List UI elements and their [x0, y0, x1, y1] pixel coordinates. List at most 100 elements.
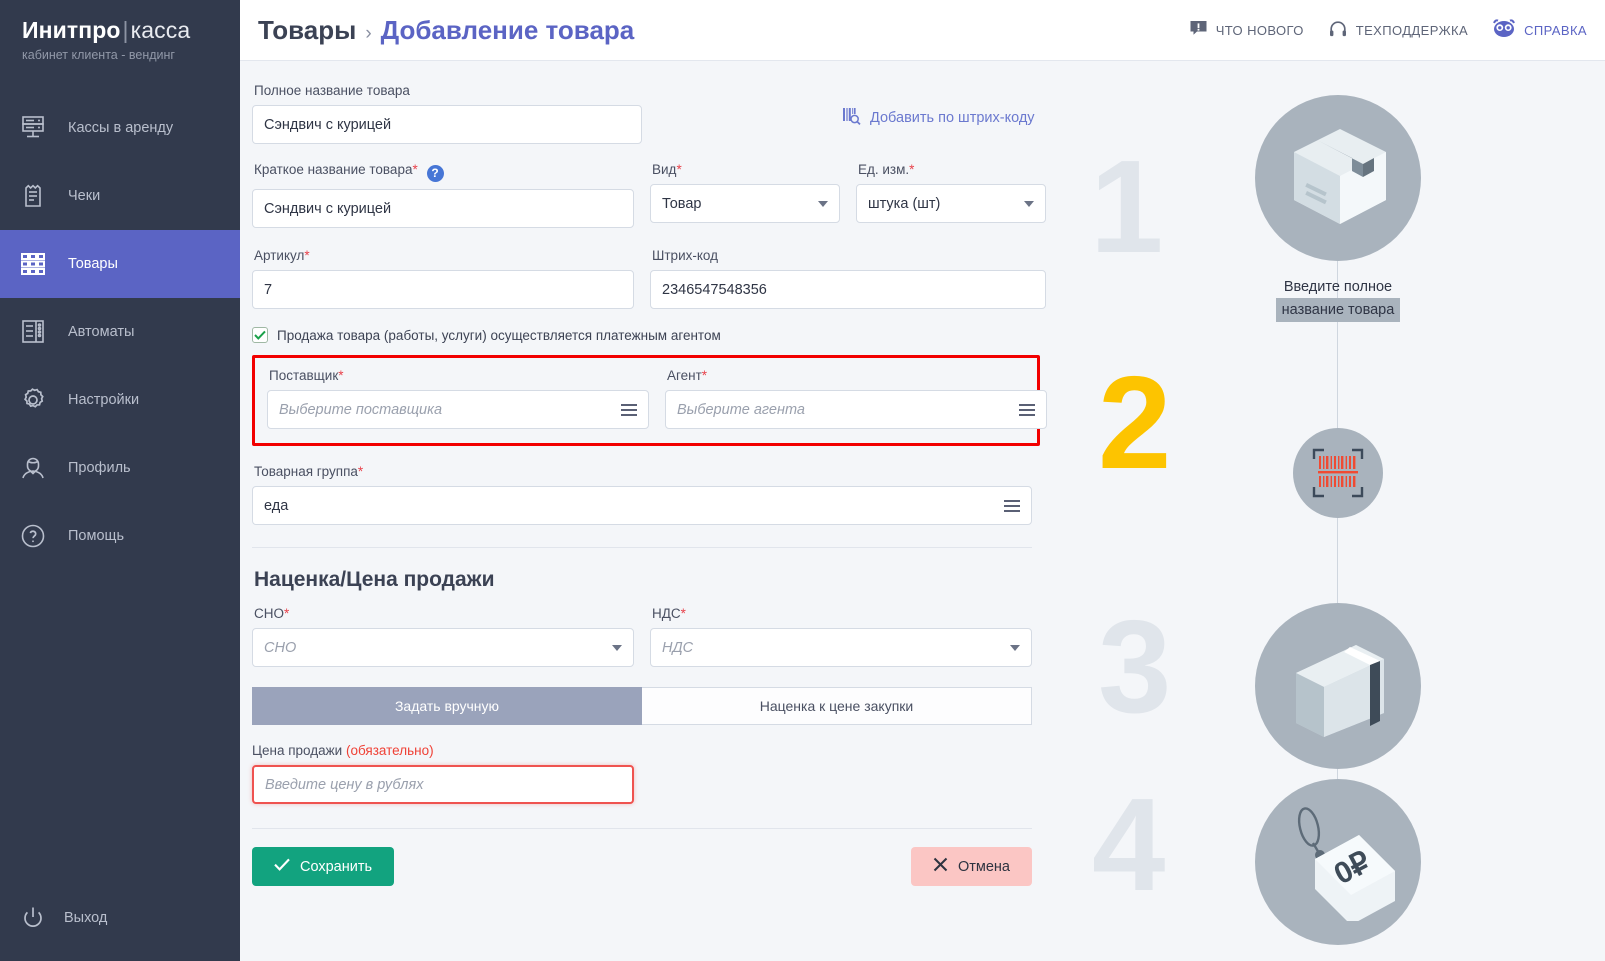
- add-by-barcode-link[interactable]: Добавить по штрих-коду: [842, 92, 1035, 144]
- actions-divider: [252, 828, 1032, 829]
- product-group-group: Товарная группа* еда: [252, 464, 1040, 525]
- kind-group: Вид* Товар: [650, 162, 840, 228]
- user-icon: [18, 453, 64, 483]
- logout-button[interactable]: Выход: [0, 893, 107, 943]
- sale-price-input[interactable]: Введите цену в рублях: [252, 765, 634, 804]
- sku-input[interactable]: 7: [252, 270, 634, 309]
- sno-required-mark: *: [284, 606, 290, 621]
- agent-placeholder: Выберите агента: [677, 401, 805, 418]
- brand-subtitle: кабинет клиента - вендинг: [22, 48, 175, 62]
- supplier-select[interactable]: Выберите поставщика: [267, 390, 649, 429]
- sidebar-item-pomoshch[interactable]: Помощь: [0, 502, 240, 570]
- sidebar-item-kassy-v-arendu[interactable]: Кассы в аренду: [0, 94, 240, 162]
- full-name-label: Полное название товара: [254, 83, 410, 98]
- list-menu-icon[interactable]: [621, 403, 637, 416]
- short-name-label-text: Краткое название товара: [254, 162, 413, 177]
- full-name-input[interactable]: Сэндвич с курицей: [252, 105, 642, 144]
- close-x-icon: [933, 857, 948, 876]
- list-menu-icon[interactable]: [1019, 403, 1035, 416]
- step-number-2: 2: [1098, 349, 1172, 496]
- list-menu-icon[interactable]: [1004, 499, 1020, 512]
- kind-value: Товар: [662, 195, 702, 212]
- barcode-input[interactable]: 2346547548356: [650, 270, 1046, 309]
- price-mode-tabs: Задать вручную Наценка к цене закупки: [252, 687, 1032, 725]
- support-link[interactable]: ТЕХПОДДЕРЖКА: [1328, 19, 1468, 42]
- receipt-icon: [18, 181, 64, 211]
- logout-label: Выход: [64, 910, 108, 926]
- sidebar-item-label: Профиль: [68, 460, 131, 476]
- kind-select[interactable]: Товар: [650, 184, 840, 223]
- sidebar-nav: Кассы в аренду Чеки Товары Автоматы Наст…: [0, 94, 240, 570]
- nds-select[interactable]: НДС: [650, 628, 1032, 667]
- short-name-value: Сэндвич с курицей: [264, 200, 392, 217]
- barcode-group: Штрих-код 2346547548356: [650, 248, 1046, 309]
- cancel-button[interactable]: Отмена: [910, 847, 1032, 886]
- sale-price-label-text: Цена продажи: [252, 743, 343, 758]
- short-name-input[interactable]: Сэндвич с курицей: [252, 189, 634, 228]
- sale-price-required-text: (обязательно): [345, 743, 434, 758]
- steps-list: 1 Введите полное название товара 2 3 4 0…: [1040, 61, 1605, 961]
- sidebar-item-label: Автоматы: [68, 324, 135, 340]
- unit-group: Ед. изм.* штука (шт): [856, 162, 1046, 228]
- help-label: СПРАВКА: [1524, 22, 1587, 38]
- product-group-required-mark: *: [357, 464, 364, 479]
- nds-required-mark: *: [680, 606, 686, 621]
- sale-price-placeholder: Введите цену в рублях: [265, 776, 424, 793]
- unit-select[interactable]: штука (шт): [856, 184, 1046, 223]
- breadcrumb-root[interactable]: Товары: [258, 15, 356, 46]
- sku-label-text: Артикул: [254, 248, 305, 263]
- payment-agent-checkbox-row[interactable]: Продажа товара (работы, услуги) осуществ…: [252, 327, 1040, 343]
- section-divider: [252, 547, 1032, 548]
- sidebar-item-tovary[interactable]: Товары: [0, 230, 240, 298]
- agent-select[interactable]: Выберите агента: [665, 390, 1047, 429]
- full-name-group: Полное название товара Сэндвич с курицей: [252, 83, 642, 144]
- agent-label: Агент*: [667, 368, 1047, 383]
- agent-group: Агент* Выберите агента: [665, 368, 1047, 429]
- checkbox-checked-icon[interactable]: [252, 327, 268, 343]
- brand-title: Инитпро|касса: [22, 16, 240, 44]
- save-button[interactable]: Сохранить: [252, 847, 395, 886]
- content-area: Полное название товара Сэндвич с курицей: [240, 61, 1605, 961]
- full-name-value: Сэндвич с курицей: [264, 116, 392, 133]
- sno-label-text: СНО: [254, 606, 284, 621]
- product-group-select[interactable]: еда: [252, 486, 1032, 525]
- nds-label-text: НДС: [652, 606, 681, 621]
- form-actions: Сохранить Отмена: [252, 847, 1032, 886]
- short-name-label: Краткое название товара* ?: [254, 162, 634, 182]
- tab-manual-price[interactable]: Задать вручную: [252, 687, 642, 725]
- question-help-icon[interactable]: ?: [426, 165, 444, 182]
- help-link[interactable]: СПРАВКА: [1492, 19, 1587, 41]
- kind-required-mark: *: [676, 162, 682, 177]
- sidebar-item-avtomaty[interactable]: Автоматы: [0, 298, 240, 366]
- question-circle-icon: [18, 521, 64, 551]
- supplier-label-text: Поставщик: [269, 368, 339, 383]
- barcode-scanner-icon: [1312, 447, 1364, 504]
- unit-value: штука (шт): [868, 195, 941, 212]
- sidebar-item-cheki[interactable]: Чеки: [0, 162, 240, 230]
- nds-label: НДС*: [652, 606, 1032, 621]
- whats-new-link[interactable]: ЧТО НОВОГО: [1189, 19, 1304, 41]
- vending-machine-icon: [18, 317, 64, 347]
- tab-markup-on-purchase[interactable]: Наценка к цене закупки: [642, 687, 1032, 725]
- step-caption-1-line1: Введите полное: [1283, 279, 1393, 295]
- brand-name-light: касса: [130, 17, 191, 43]
- step-number-4: 4: [1092, 771, 1166, 918]
- sidebar-item-nastroyki[interactable]: Настройки: [0, 366, 240, 434]
- brand-separator: |: [122, 17, 129, 43]
- add-by-barcode-label: Добавить по штрих-коду: [870, 110, 1035, 126]
- markup-section-title: Наценка/Цена продажи: [254, 568, 495, 591]
- nds-group: НДС* НДС: [650, 606, 1032, 667]
- speech-bubble-alert-icon: [1189, 19, 1208, 41]
- sno-select[interactable]: СНО: [252, 628, 634, 667]
- save-button-label: Сохранить: [300, 858, 373, 875]
- grid-products-icon: [18, 249, 64, 279]
- chevron-down-icon: [818, 200, 828, 207]
- chevron-down-icon: [1024, 200, 1034, 207]
- step-number-3: 3: [1098, 593, 1172, 740]
- sidebar-item-profil[interactable]: Профиль: [0, 434, 240, 502]
- sidebar-item-label: Настройки: [68, 392, 140, 408]
- supplier-placeholder: Выберите поставщика: [279, 401, 443, 418]
- step-caption-1-line2: название товара: [1275, 298, 1401, 322]
- app-root: Инитпро|касса кабинет клиента - вендинг …: [0, 0, 1605, 961]
- sidebar-item-label: Чеки: [68, 188, 101, 204]
